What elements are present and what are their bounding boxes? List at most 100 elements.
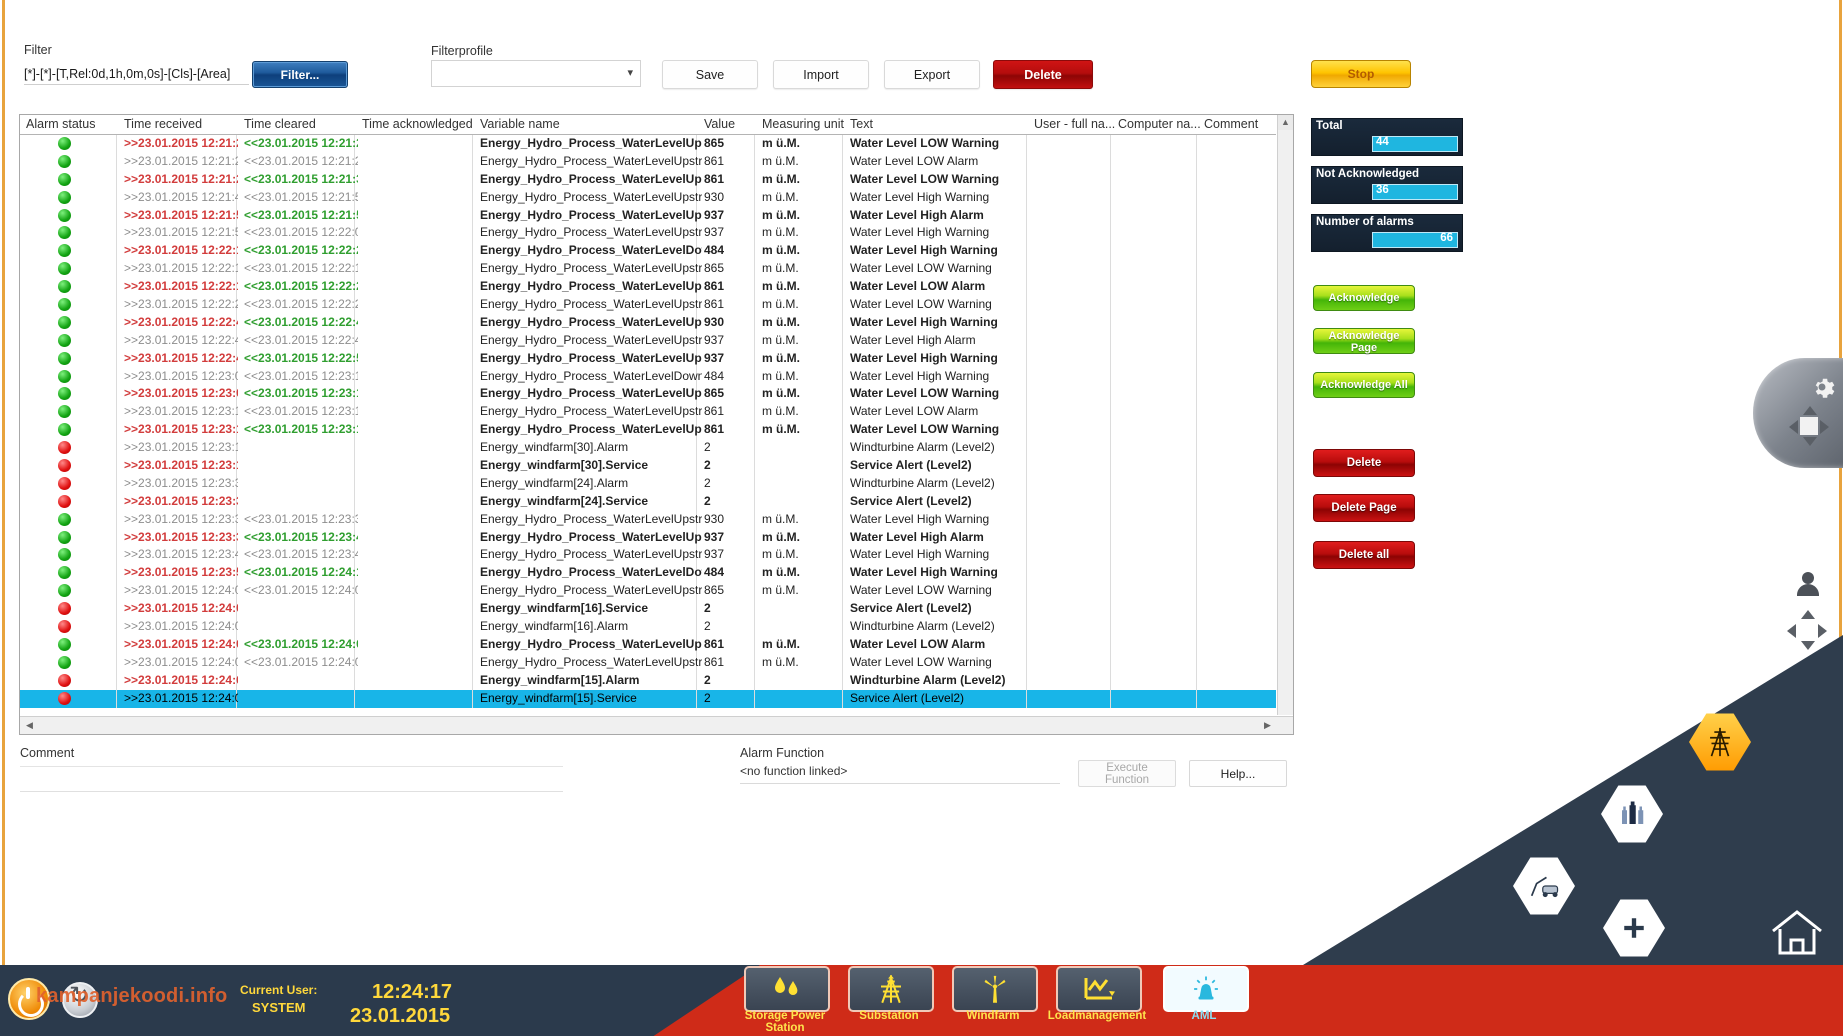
- table-row[interactable]: >>23.01.2015 12:21:57<<23.01.2015 12:22:…: [20, 224, 1276, 242]
- column-header-value[interactable]: Value: [704, 117, 735, 131]
- cell-variable-name: Energy_Hydro_Process_WaterLevelUpstream: [480, 154, 702, 168]
- table-row[interactable]: >>23.01.2015 12:23:32<<23.01.2015 12:23:…: [20, 511, 1276, 529]
- column-header-time-received[interactable]: Time received: [124, 117, 202, 131]
- filter-button[interactable]: Filter...: [252, 61, 348, 88]
- table-row[interactable]: >>23.01.2015 12:22:40<<23.01.2015 12:22:…: [20, 314, 1276, 332]
- cell-time-cleared: <<23.01.2015 12:22:24: [244, 297, 358, 311]
- table-row[interactable]: >>23.01.2015 12:23:10<<23.01.2015 12:23:…: [20, 403, 1276, 421]
- column-header-variable-name[interactable]: Variable name: [480, 117, 560, 131]
- nav-button-loadmanagement[interactable]: Loadmanagement: [1056, 966, 1138, 1034]
- table-row[interactable]: >>23.01.2015 12:24:06<<23.01.2015 12:24:…: [20, 654, 1276, 672]
- nav-button-substation[interactable]: Substation: [848, 966, 930, 1034]
- table-row[interactable]: >>23.01.2015 12:23:17Energy_windfarm[30]…: [20, 457, 1276, 475]
- cell-value: 861: [704, 655, 759, 669]
- table-row[interactable]: >>23.01.2015 12:23:07<<23.01.2015 12:23:…: [20, 368, 1276, 386]
- cell-value: 861: [704, 404, 759, 418]
- table-row[interactable]: >>23.01.2015 12:24:01Energy_windfarm[16]…: [20, 618, 1276, 636]
- cell-measuring-unit: m ü.M.: [762, 136, 848, 150]
- table-row[interactable]: >>23.01.2015 12:23:59<<23.01.2015 12:24:…: [20, 564, 1276, 582]
- column-header-user-full-na[interactable]: User - full na...: [1034, 117, 1115, 131]
- table-row[interactable]: >>23.01.2015 12:21:47<<23.01.2015 12:21:…: [20, 189, 1276, 207]
- cell-text: Windturbine Alarm (Level2): [850, 476, 1032, 490]
- table-row[interactable]: >>23.01.2015 12:21:25<<23.01.2015 12:21:…: [20, 153, 1276, 171]
- table-row[interactable]: >>23.01.2015 12:22:43<<23.01.2015 12:22:…: [20, 332, 1276, 350]
- cell-time-received: >>23.01.2015 12:22:43: [124, 333, 238, 347]
- table-row[interactable]: >>23.01.2015 12:23:30Energy_windfarm[24]…: [20, 475, 1276, 493]
- nav-button-storage-power-station[interactable]: Storage Power Station: [744, 966, 826, 1034]
- cell-variable-name: Energy_Hydro_Process_WaterLevelUpstream: [480, 404, 702, 418]
- pylon-icon: [848, 966, 934, 1012]
- delete-filterprofile-button[interactable]: Delete: [993, 60, 1093, 89]
- table-row[interactable]: >>23.01.2015 12:24:03<<23.01.2015 12:24:…: [20, 636, 1276, 654]
- execute-function-button[interactable]: Execute Function: [1078, 760, 1176, 787]
- cell-variable-name: Energy_Hydro_Process_WaterLevelDownstrea…: [480, 243, 702, 257]
- export-button[interactable]: Export: [884, 60, 980, 89]
- table-row[interactable]: >>23.01.2015 12:21:23<<23.01.2015 12:21:…: [20, 135, 1276, 153]
- delete-button[interactable]: Delete: [1313, 449, 1415, 477]
- table-row[interactable]: >>23.01.2015 12:24:07Energy_windfarm[15]…: [20, 672, 1276, 690]
- table-row[interactable]: >>23.01.2015 12:21:50<<23.01.2015 12:21:…: [20, 207, 1276, 225]
- horizontal-scrollbar[interactable]: ◀ ▶: [20, 716, 1293, 734]
- cell-time-cleared: <<23.01.2015 12:23:35: [244, 512, 358, 526]
- delete-page-button[interactable]: Delete Page: [1313, 494, 1415, 522]
- save-button[interactable]: Save: [662, 60, 758, 89]
- acknowledge-page-button[interactable]: Acknowledge Page: [1313, 328, 1415, 354]
- cell-time-received: >>23.01.2015 12:21:57: [124, 225, 238, 239]
- table-row[interactable]: >>23.01.2015 12:23:30Energy_windfarm[24]…: [20, 493, 1276, 511]
- cell-text: Water Level High Warning: [850, 547, 1032, 561]
- stop-button[interactable]: Stop: [1311, 60, 1411, 88]
- cell-text: Water Level High Alarm: [850, 530, 1032, 544]
- scroll-right-icon[interactable]: ▶: [1260, 718, 1275, 733]
- counter-not-acknowledged-bar: 36: [1372, 184, 1458, 200]
- scroll-up-icon[interactable]: ▲: [1278, 115, 1293, 130]
- cell-text: Water Level LOW Warning: [850, 386, 1032, 400]
- table-row[interactable]: >>23.01.2015 12:24:07Energy_windfarm[15]…: [20, 690, 1276, 708]
- cell-time-received: >>23.01.2015 12:23:07: [124, 369, 238, 383]
- cell-value: 865: [704, 386, 759, 400]
- cell-time-received: >>23.01.2015 12:24:01: [124, 601, 238, 615]
- acknowledge-all-button[interactable]: Acknowledge All: [1313, 372, 1415, 398]
- column-header-time-acknowledged[interactable]: Time acknowledged: [362, 117, 473, 131]
- table-row[interactable]: >>23.01.2015 12:21:29<<23.01.2015 12:21:…: [20, 171, 1276, 189]
- column-header-measuring-unit[interactable]: Measuring unit: [762, 117, 844, 131]
- table-row[interactable]: >>23.01.2015 12:23:41<<23.01.2015 12:23:…: [20, 546, 1276, 564]
- user-icon[interactable]: [1797, 572, 1819, 596]
- table-row[interactable]: >>23.01.2015 12:24:00<<23.01.2015 12:24:…: [20, 582, 1276, 600]
- home-button[interactable]: [1769, 907, 1825, 957]
- import-button[interactable]: Import: [773, 60, 869, 89]
- nav-button-aml[interactable]: AML: [1163, 966, 1245, 1034]
- vertical-scrollbar[interactable]: ▲: [1277, 115, 1293, 715]
- cell-variable-name: Energy_Hydro_Process_WaterLevelUpstream: [480, 386, 702, 400]
- gear-icon[interactable]: [1809, 374, 1835, 400]
- table-row[interactable]: >>23.01.2015 12:22:22<<23.01.2015 12:22:…: [20, 296, 1276, 314]
- cell-measuring-unit: m ü.M.: [762, 172, 848, 186]
- nav-button-windfarm[interactable]: Windfarm: [952, 966, 1034, 1034]
- table-row[interactable]: >>23.01.2015 12:24:01Energy_windfarm[16]…: [20, 600, 1276, 618]
- column-header-text[interactable]: Text: [850, 117, 873, 131]
- delete-all-button[interactable]: Delete all: [1313, 541, 1415, 569]
- cell-text: Water Level LOW Warning: [850, 583, 1032, 597]
- cell-measuring-unit: m ü.M.: [762, 655, 848, 669]
- table-row[interactable]: >>23.01.2015 12:23:14<<23.01.2015 12:23:…: [20, 421, 1276, 439]
- table-row[interactable]: >>23.01.2015 12:23:08<<23.01.2015 12:23:…: [20, 385, 1276, 403]
- column-header-computer-na[interactable]: Computer na...: [1118, 117, 1201, 131]
- column-header-alarm-status[interactable]: Alarm status: [26, 117, 95, 131]
- table-row[interactable]: >>23.01.2015 12:22:14<<23.01.2015 12:22:…: [20, 242, 1276, 260]
- table-row[interactable]: >>23.01.2015 12:23:17Energy_windfarm[30]…: [20, 439, 1276, 457]
- column-header-comment[interactable]: Comment: [1204, 117, 1258, 131]
- pan-pad-top[interactable]: [1789, 406, 1829, 446]
- scroll-left-icon[interactable]: ◀: [22, 718, 37, 733]
- help-button[interactable]: Help...: [1189, 760, 1287, 787]
- filterprofile-select[interactable]: ▾: [431, 60, 641, 87]
- table-row[interactable]: >>23.01.2015 12:22:15<<23.01.2015 12:22:…: [20, 260, 1276, 278]
- column-header-time-cleared[interactable]: Time cleared: [244, 117, 316, 131]
- acknowledge-button[interactable]: Acknowledge: [1313, 285, 1415, 311]
- table-row[interactable]: >>23.01.2015 12:22:18<<23.01.2015 12:22:…: [20, 278, 1276, 296]
- cell-time-received: >>23.01.2015 12:23:17: [124, 458, 238, 472]
- table-row[interactable]: >>23.01.2015 12:22:49<<23.01.2015 12:22:…: [20, 350, 1276, 368]
- table-body: >>23.01.2015 12:21:23<<23.01.2015 12:21:…: [20, 135, 1276, 708]
- table-row[interactable]: >>23.01.2015 12:23:35<<23.01.2015 12:23:…: [20, 529, 1276, 547]
- filter-input[interactable]: [24, 64, 249, 85]
- cell-variable-name: Energy_Hydro_Process_WaterLevelUpstream: [480, 208, 702, 222]
- comment-input[interactable]: [20, 766, 563, 792]
